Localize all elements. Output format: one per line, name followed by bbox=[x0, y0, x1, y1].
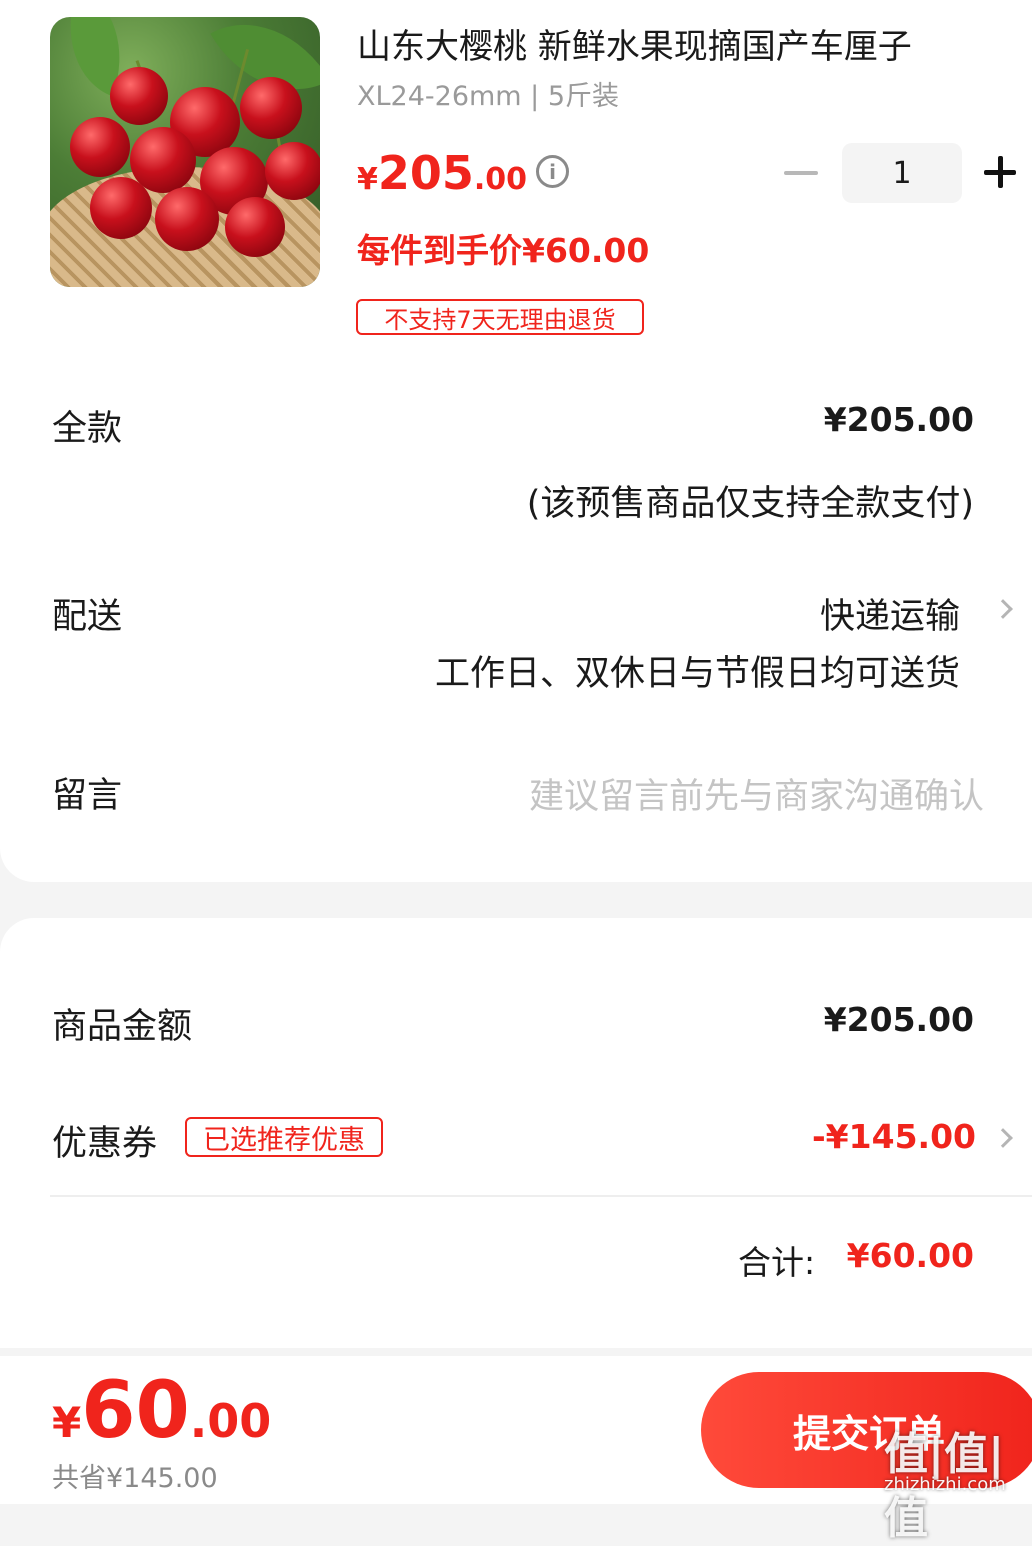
unit-price: ¥205.00 bbox=[357, 146, 527, 200]
quantity-decrease-button[interactable] bbox=[784, 171, 818, 175]
order-item-card: 山东大樱桃 新鲜水果现摘国产车厘子 XL24-26mm | 5斤装 ¥205.0… bbox=[0, 0, 1032, 882]
product-title: 山东大樱桃 新鲜水果现摘国产车厘子 bbox=[357, 27, 912, 67]
price-integer: 205 bbox=[377, 146, 474, 200]
per-item-final-price: 每件到手价¥60.00 bbox=[357, 231, 650, 270]
quantity-increase-button[interactable] bbox=[984, 156, 1016, 188]
watermark-domain: zhizhizhi.com bbox=[884, 1474, 1006, 1495]
delivery-label: 配送 bbox=[52, 597, 123, 637]
cherry bbox=[225, 197, 285, 257]
coupon-amount[interactable]: -¥145.00 bbox=[812, 1117, 976, 1156]
delivery-method[interactable]: 快递运输 bbox=[820, 588, 960, 639]
product-image[interactable] bbox=[50, 17, 320, 287]
payment-note: (该预售商品仅支持全款支付) bbox=[526, 484, 974, 524]
pay-integer: 60 bbox=[81, 1366, 190, 1456]
goods-amount-label: 商品金额 bbox=[52, 1007, 193, 1047]
currency-symbol: ¥ bbox=[52, 1398, 82, 1447]
cherry bbox=[90, 177, 152, 239]
no-return-tag: 不支持7天无理由退货 bbox=[356, 299, 644, 335]
total-amount: ¥60.00 bbox=[846, 1236, 974, 1275]
delivery-schedule: 工作日、双休日与节假日均可送货 bbox=[434, 654, 960, 694]
coupon-selected-tag: 已选推荐优惠 bbox=[185, 1117, 383, 1157]
info-icon[interactable]: i bbox=[536, 155, 569, 188]
pay-decimal: .00 bbox=[189, 1394, 272, 1448]
message-input[interactable]: 建议留言前先与商家沟通确认 bbox=[529, 768, 984, 819]
total-label: 合计: bbox=[738, 1243, 816, 1282]
currency-symbol: ¥ bbox=[357, 162, 378, 197]
cherry bbox=[240, 77, 302, 139]
pay-amount: ¥60.00 bbox=[52, 1366, 271, 1456]
payment-label: 全款 bbox=[52, 409, 123, 449]
payment-amount: ¥205.00 bbox=[823, 400, 974, 439]
message-label: 留言 bbox=[52, 776, 123, 816]
cherry bbox=[155, 187, 219, 251]
cherry bbox=[265, 142, 320, 200]
divider bbox=[50, 1195, 1032, 1197]
product-spec[interactable]: XL24-26mm | 5斤装 bbox=[357, 74, 619, 113]
coupon-label: 优惠券 bbox=[52, 1124, 158, 1164]
chevron-right-icon[interactable] bbox=[993, 599, 1013, 619]
quantity-input[interactable]: 1 bbox=[842, 143, 962, 203]
cherry bbox=[70, 117, 130, 177]
price-decimal: .00 bbox=[473, 162, 528, 197]
cherry bbox=[110, 67, 168, 125]
goods-amount: ¥205.00 bbox=[823, 1000, 974, 1039]
saved-amount: 共省¥145.00 bbox=[52, 1463, 218, 1494]
